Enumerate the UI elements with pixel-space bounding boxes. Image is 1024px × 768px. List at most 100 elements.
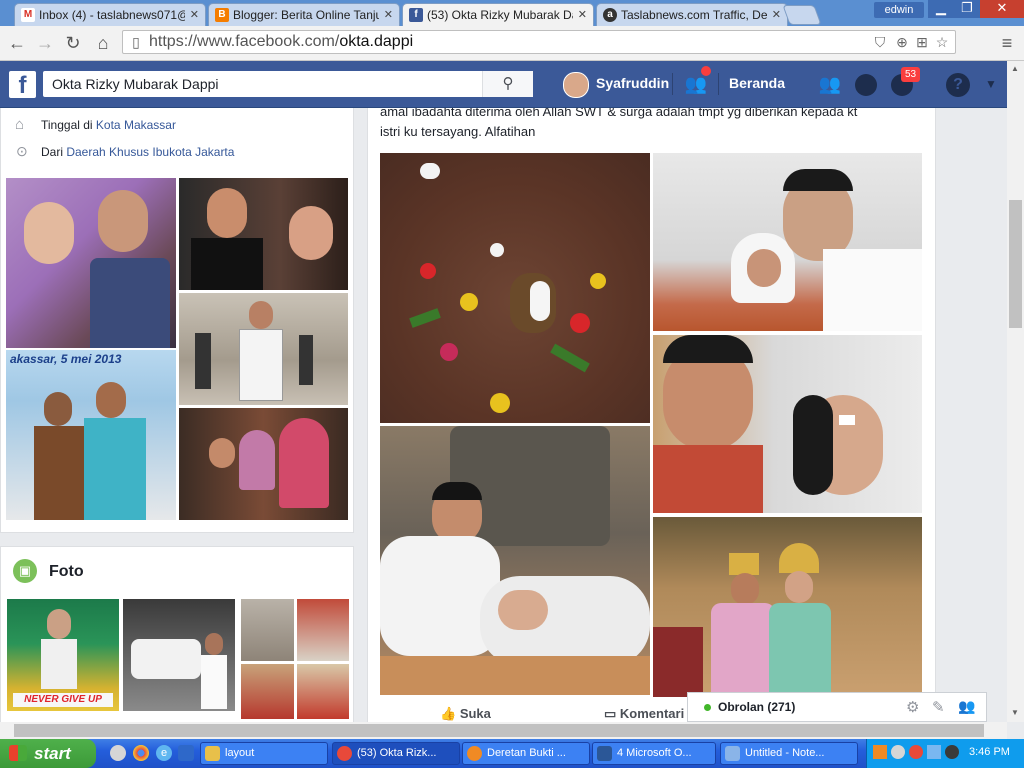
photo-thumbnail[interactable]: NEVER GIVE UP <box>7 599 119 711</box>
from-link[interactable]: Daerah Khusus Ibukota Jakarta <box>66 145 234 159</box>
tab-title: Blogger: Berita Online Tanjun <box>233 8 379 22</box>
photos-section-title[interactable]: Foto <box>49 563 84 581</box>
minimize-button[interactable]: ▁ <box>928 0 954 18</box>
lives-in-link[interactable]: Kota Makassar <box>96 118 176 132</box>
tab-blogger[interactable]: B Blogger: Berita Online Tanjun ✕ <box>208 3 400 26</box>
help-icon[interactable]: ? <box>946 73 970 97</box>
photo-thumbnail[interactable] <box>297 599 349 661</box>
clock[interactable]: 3:46 PM <box>969 746 1010 758</box>
task-firefox[interactable]: Deretan Bukti ... <box>462 742 590 765</box>
search-value: Okta Rizky Mubarak Dappi <box>52 76 219 92</box>
tray-app-icon[interactable] <box>873 745 887 759</box>
notepad-icon <box>725 746 740 761</box>
show-desktop-icon[interactable] <box>178 745 194 761</box>
comment-button[interactable]: ▭ Komentari <box>604 706 684 722</box>
chrome-icon[interactable] <box>133 745 149 761</box>
vertical-scrollbar[interactable] <box>1007 61 1024 722</box>
chevron-down-icon[interactable]: ▼ <box>985 77 997 91</box>
like-button[interactable]: 👍 Suka <box>440 706 491 722</box>
firefox-icon <box>467 746 482 761</box>
tray-app-icon[interactable] <box>891 745 905 759</box>
vertical-scrollbar-thumb[interactable] <box>1009 200 1022 328</box>
close-window-button[interactable]: ✕ <box>980 0 1024 18</box>
featured-photo[interactable] <box>6 178 176 348</box>
location-pin-icon: ⊙ <box>16 143 28 159</box>
timeline-content: ⌂ Tinggal di Kota Makassar ⊙ Dari Daerah… <box>0 108 1007 722</box>
featured-photo[interactable]: akassar, 5 mei 2013 <box>6 350 176 520</box>
profile-badge[interactable]: edwin <box>874 2 924 18</box>
compose-icon[interactable]: ✎ <box>932 698 945 716</box>
close-tab-icon[interactable]: ✕ <box>190 4 199 26</box>
facebook-header: f Okta Rizky Mubarak Dappi ⚲ Syafruddin … <box>0 61 1007 108</box>
network-icon[interactable] <box>927 745 941 759</box>
featured-photo[interactable] <box>179 178 348 290</box>
bookmark-star-icon[interactable]: ☆ <box>933 33 951 51</box>
featured-photo[interactable] <box>179 293 348 405</box>
task-layout[interactable]: layout <box>200 742 328 765</box>
home-icon: ⌂ <box>15 116 25 133</box>
post-photo-funeral[interactable] <box>380 426 650 695</box>
close-tab-icon[interactable]: ✕ <box>772 4 781 26</box>
ie-icon[interactable]: e <box>156 745 172 761</box>
facebook-search-input[interactable]: Okta Rizky Mubarak Dappi ⚲ <box>43 71 533 97</box>
task-chrome[interactable]: (53) Okta Rizk... <box>332 742 460 765</box>
search-icon[interactable]: ⚲ <box>482 71 533 97</box>
tray-app-icon[interactable] <box>909 745 923 759</box>
maximize-button[interactable]: ❐ <box>954 0 980 18</box>
close-tab-icon[interactable]: ✕ <box>384 4 393 26</box>
alexa-icon: a <box>603 8 617 22</box>
chat-bar[interactable]: Obrolan (271) ⚙ ✎ 👥 <box>687 692 987 722</box>
thumbs-up-icon: 👍 <box>440 706 457 721</box>
gear-icon[interactable]: ⚙ <box>906 698 919 716</box>
featured-photo[interactable] <box>179 408 348 520</box>
avatar[interactable] <box>563 72 589 98</box>
new-tab-button[interactable] <box>782 5 822 25</box>
folder-icon <box>205 746 220 761</box>
horizontal-scrollbar-thumb[interactable] <box>14 724 984 737</box>
blogger-icon: B <box>215 8 229 22</box>
home-icon[interactable]: ⌂ <box>92 32 114 54</box>
tab-alexa[interactable]: a Taslabnews.com Traffic, Dem ✕ <box>596 3 788 26</box>
photo-thumbnail[interactable] <box>297 664 349 719</box>
photo-thumbnail[interactable] <box>123 599 235 711</box>
facebook-logo-icon[interactable]: f <box>9 71 36 99</box>
address-bar[interactable]: ▯ https://www.facebook.com/okta.dappi ⛉ … <box>122 30 956 54</box>
translate-icon[interactable]: ⊞ <box>913 33 931 51</box>
facebook-icon: f <box>409 8 423 22</box>
post-photo-hospital[interactable] <box>653 335 922 513</box>
task-notepad[interactable]: Untitled - Note... <box>720 742 858 765</box>
scroll-down-arrow-icon[interactable]: ▼ <box>1011 708 1019 717</box>
chat-label: Obrolan (271) <box>718 700 796 714</box>
windows-logo-icon <box>9 745 27 761</box>
divider <box>672 73 673 95</box>
volume-icon[interactable] <box>945 745 959 759</box>
task-word[interactable]: 4 Microsoft O... <box>592 742 716 765</box>
friend-requests-icon[interactable]: 👥 <box>684 73 708 95</box>
back-arrow-icon[interactable]: ← <box>6 32 28 54</box>
messenger-icon[interactable] <box>855 74 877 96</box>
post-photo-grave[interactable] <box>380 153 650 423</box>
tab-facebook[interactable]: f (53) Okta Rizky Mubarak Dap ✕ <box>402 3 594 26</box>
post-photo-selfie[interactable] <box>653 153 922 331</box>
profile-name-link[interactable]: Syafruddin <box>596 75 669 91</box>
quicklaunch-icon[interactable] <box>110 745 126 761</box>
close-tab-icon[interactable]: ✕ <box>578 4 587 26</box>
post-photo-wedding[interactable] <box>653 517 922 697</box>
friends-icon[interactable]: 👥 <box>817 73 843 95</box>
photo-date-caption: akassar, 5 mei 2013 <box>10 352 122 366</box>
group-icon[interactable]: 👥 <box>958 698 975 715</box>
forward-arrow-icon[interactable]: → <box>34 32 56 54</box>
from-row: Dari Daerah Khusus Ibukota Jakarta <box>41 145 235 159</box>
post-text: amal ibadahta diterima oleh Allah SWT & … <box>380 108 858 139</box>
scroll-up-arrow-icon[interactable]: ▲ <box>1011 64 1019 73</box>
tab-gmail[interactable]: M Inbox (4) - taslabnews071@ ✕ <box>14 3 206 26</box>
tab-title: Taslabnews.com Traffic, Dem <box>621 8 767 22</box>
zoom-icon[interactable]: ⊕ <box>893 33 911 51</box>
home-link[interactable]: Beranda <box>729 75 785 91</box>
photo-thumbnail[interactable] <box>241 664 294 719</box>
shield-icon[interactable]: ⛉ <box>871 33 889 51</box>
chrome-menu-icon[interactable]: ≡ <box>996 32 1018 54</box>
start-button[interactable]: start <box>0 739 96 768</box>
photo-thumbnail[interactable] <box>241 599 294 661</box>
reload-icon[interactable]: ↻ <box>62 32 84 54</box>
